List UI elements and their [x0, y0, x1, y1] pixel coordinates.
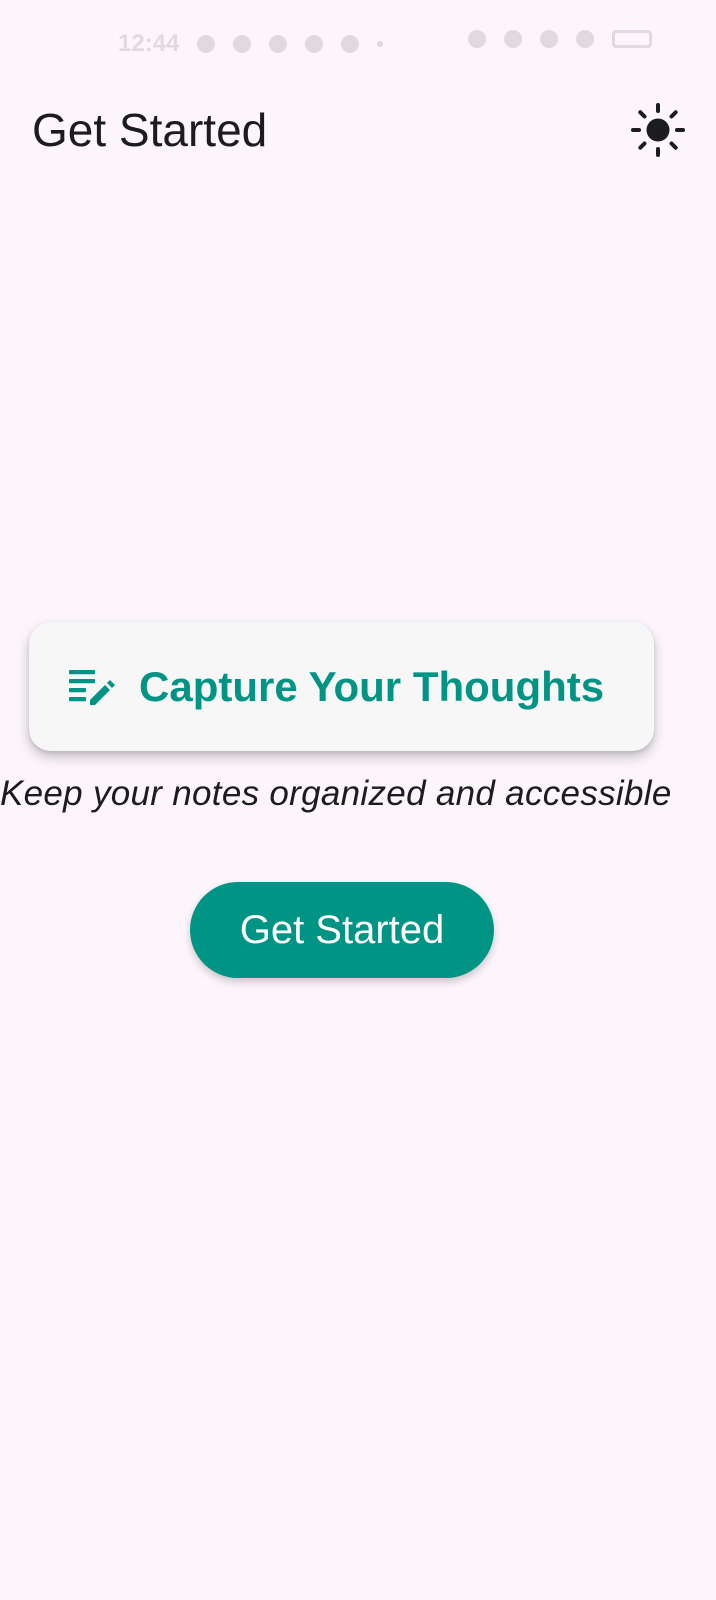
wifi-icon [540, 30, 558, 48]
hero-card: Capture Your Thoughts [29, 622, 654, 751]
edit-note-icon [67, 661, 119, 713]
battery-icon [612, 30, 652, 48]
status-right [468, 30, 652, 48]
status-bar: 12:44 [0, 0, 716, 92]
app-icon [341, 35, 360, 53]
get-started-button[interactable]: Get Started [190, 882, 494, 978]
alarm-icon [468, 30, 486, 48]
status-time: 12:44 [118, 30, 180, 57]
app-bar: Get Started [0, 92, 716, 168]
notification-icon [197, 35, 216, 53]
hero-title: Capture Your Thoughts [139, 662, 605, 710]
theme-toggle-button[interactable] [622, 94, 694, 166]
sun-icon [631, 103, 685, 157]
location-icon [269, 35, 288, 53]
signal-icon [576, 30, 594, 48]
hero-subtitle: Keep your notes organized and accessible [0, 774, 672, 813]
message-icon [233, 35, 252, 53]
status-left: 12:44 [118, 30, 384, 58]
more-dot-icon [377, 41, 384, 47]
page-title: Get Started [32, 104, 268, 156]
bluetooth-icon [504, 30, 522, 48]
settings-icon [305, 35, 324, 53]
